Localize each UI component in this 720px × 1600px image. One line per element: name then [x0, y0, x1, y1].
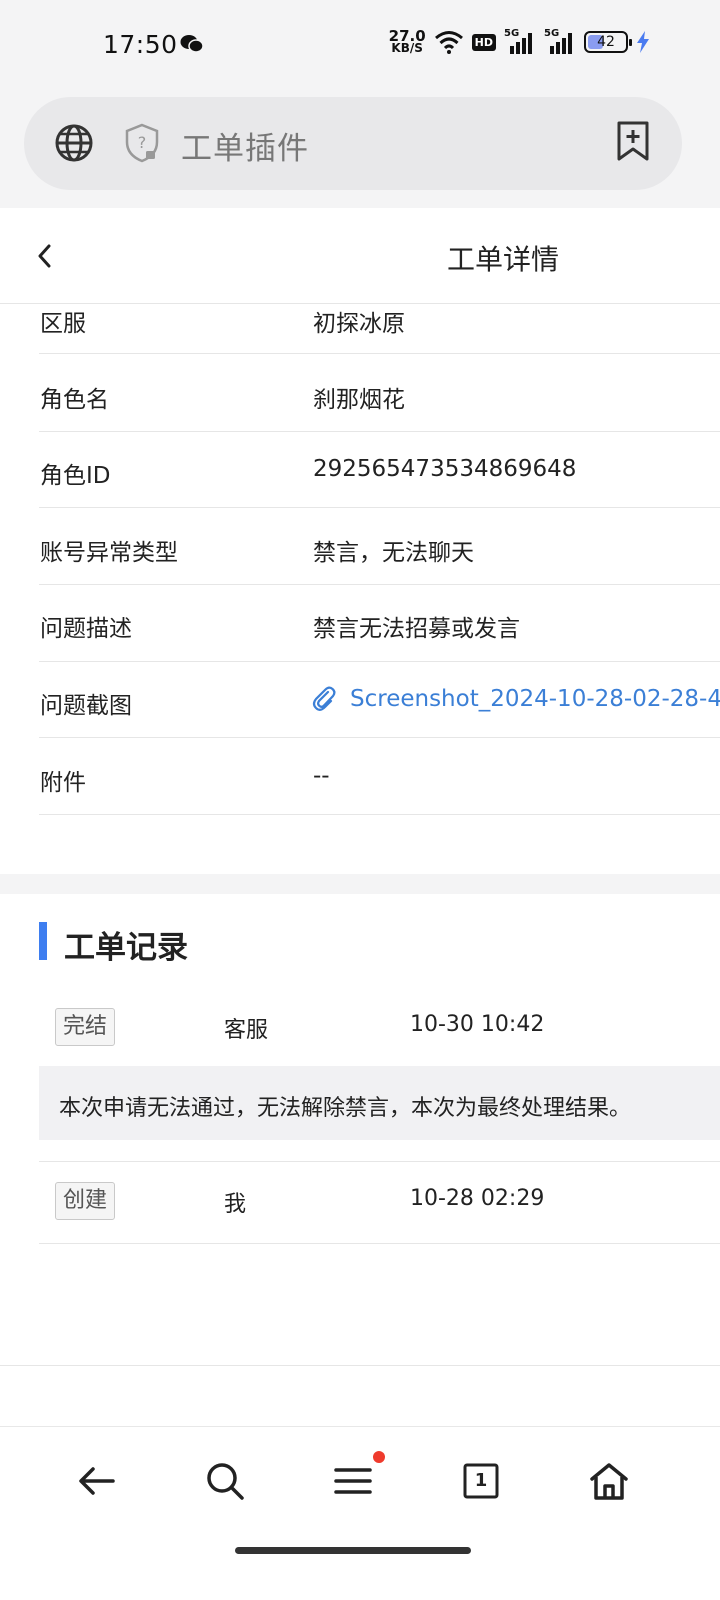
status-icons: 27.0 KB/S HD 5G 5G 42: [388, 27, 650, 55]
detail-value: 初探冰原: [313, 311, 405, 337]
detail-label: 问题截图: [40, 693, 132, 719]
detail-label: 附件: [40, 770, 86, 796]
hd-voice-badge: HD: [471, 33, 496, 51]
divider: [39, 1243, 720, 1244]
signal-5g-2-icon: 5G: [544, 28, 576, 54]
address-bar[interactable]: ? 工单插件: [24, 97, 682, 190]
status-badge: 完结: [55, 1008, 116, 1046]
network-speed: 27.0 KB/S: [388, 27, 426, 55]
detail-row-server: 区服 初探冰原: [39, 304, 720, 354]
detail-row-exception-type: 账号异常类型 禁言，无法聊天: [39, 508, 720, 585]
record-note: 本次申请无法通过，无法解除禁言，本次为最终处理结果。: [39, 1066, 720, 1140]
detail-label: 角色ID: [40, 463, 111, 489]
section-accent-bar: [39, 922, 47, 960]
detail-row-attachment: 附件 --: [39, 738, 720, 815]
paperclip-icon: [312, 686, 336, 711]
svg-text:?: ?: [138, 133, 147, 152]
home-icon: [590, 1463, 628, 1500]
detail-row-description: 问题描述 禁言无法招募或发言: [39, 585, 720, 662]
detail-value: 禁言无法招募或发言: [313, 616, 520, 642]
detail-value: 刹那烟花: [313, 387, 405, 413]
nav-home-button[interactable]: [585, 1457, 633, 1505]
battery-icon: 42: [584, 31, 632, 53]
detail-row-character-name: 角色名 刹那烟花: [39, 355, 720, 432]
detail-label: 问题描述: [40, 616, 132, 642]
record-actor: 我: [224, 1192, 247, 1217]
nav-tabs-button[interactable]: 1: [457, 1457, 505, 1505]
wechat-icon: [180, 35, 204, 53]
ticket-records: 工单记录 完结 客服 10-30 10:42 本次申请无法通过，无法解除禁言，本…: [0, 894, 720, 1366]
status-time: 17:50: [103, 30, 178, 59]
charging-bolt-icon: [637, 31, 649, 53]
nav-back-button[interactable]: [73, 1457, 121, 1505]
globe-icon[interactable]: [54, 123, 94, 163]
record-time: 10-30 10:42: [410, 1012, 545, 1037]
bottom-nav: 1: [0, 1426, 720, 1536]
nav-search-button[interactable]: [201, 1457, 249, 1505]
detail-label: 角色名: [40, 387, 109, 413]
battery-level: 42: [597, 34, 615, 50]
notification-dot: [373, 1451, 385, 1463]
detail-label: 区服: [40, 311, 86, 337]
home-indicator[interactable]: [235, 1547, 471, 1554]
detail-value: 禁言，无法聊天: [313, 540, 474, 566]
page-title: 工单详情: [447, 243, 560, 276]
security-shield-icon[interactable]: ?: [124, 123, 160, 163]
record-time: 10-28 02:29: [410, 1186, 545, 1211]
screenshot-link[interactable]: Screenshot_2024-10-28-02-28-49: [312, 686, 720, 712]
status-badge: 创建: [55, 1182, 116, 1220]
detail-row-screenshot: 问题截图 Screenshot_2024-10-28-02-28-49: [39, 662, 720, 738]
detail-label: 账号异常类型: [40, 540, 178, 566]
nav-menu-button[interactable]: [329, 1451, 385, 1505]
detail-value: 292565473534869648: [313, 456, 577, 482]
menu-icon: [334, 1468, 372, 1494]
back-arrow-icon: [79, 1467, 115, 1495]
back-chevron-icon[interactable]: [34, 242, 56, 270]
detail-value: --: [313, 763, 330, 789]
search-icon: [207, 1463, 244, 1500]
divider: [39, 1161, 720, 1162]
record-actor: 客服: [224, 1018, 269, 1043]
wifi-icon: [434, 31, 463, 54]
address-text[interactable]: 工单插件: [181, 123, 309, 168]
signal-5g-1-icon: 5G: [504, 28, 536, 54]
tab-count: 1: [474, 1470, 488, 1491]
ticket-details: 区服 初探冰原 角色名 刹那烟花 角色ID 292565473534869648…: [0, 304, 720, 874]
detail-row-character-id: 角色ID 292565473534869648: [39, 432, 720, 508]
add-bookmark-icon[interactable]: [616, 121, 650, 161]
records-title: 工单记录: [64, 930, 188, 966]
page-header: 工单详情: [0, 208, 720, 304]
status-bar: 17:50 27.0 KB/S HD 5G 5G 42: [0, 0, 720, 90]
